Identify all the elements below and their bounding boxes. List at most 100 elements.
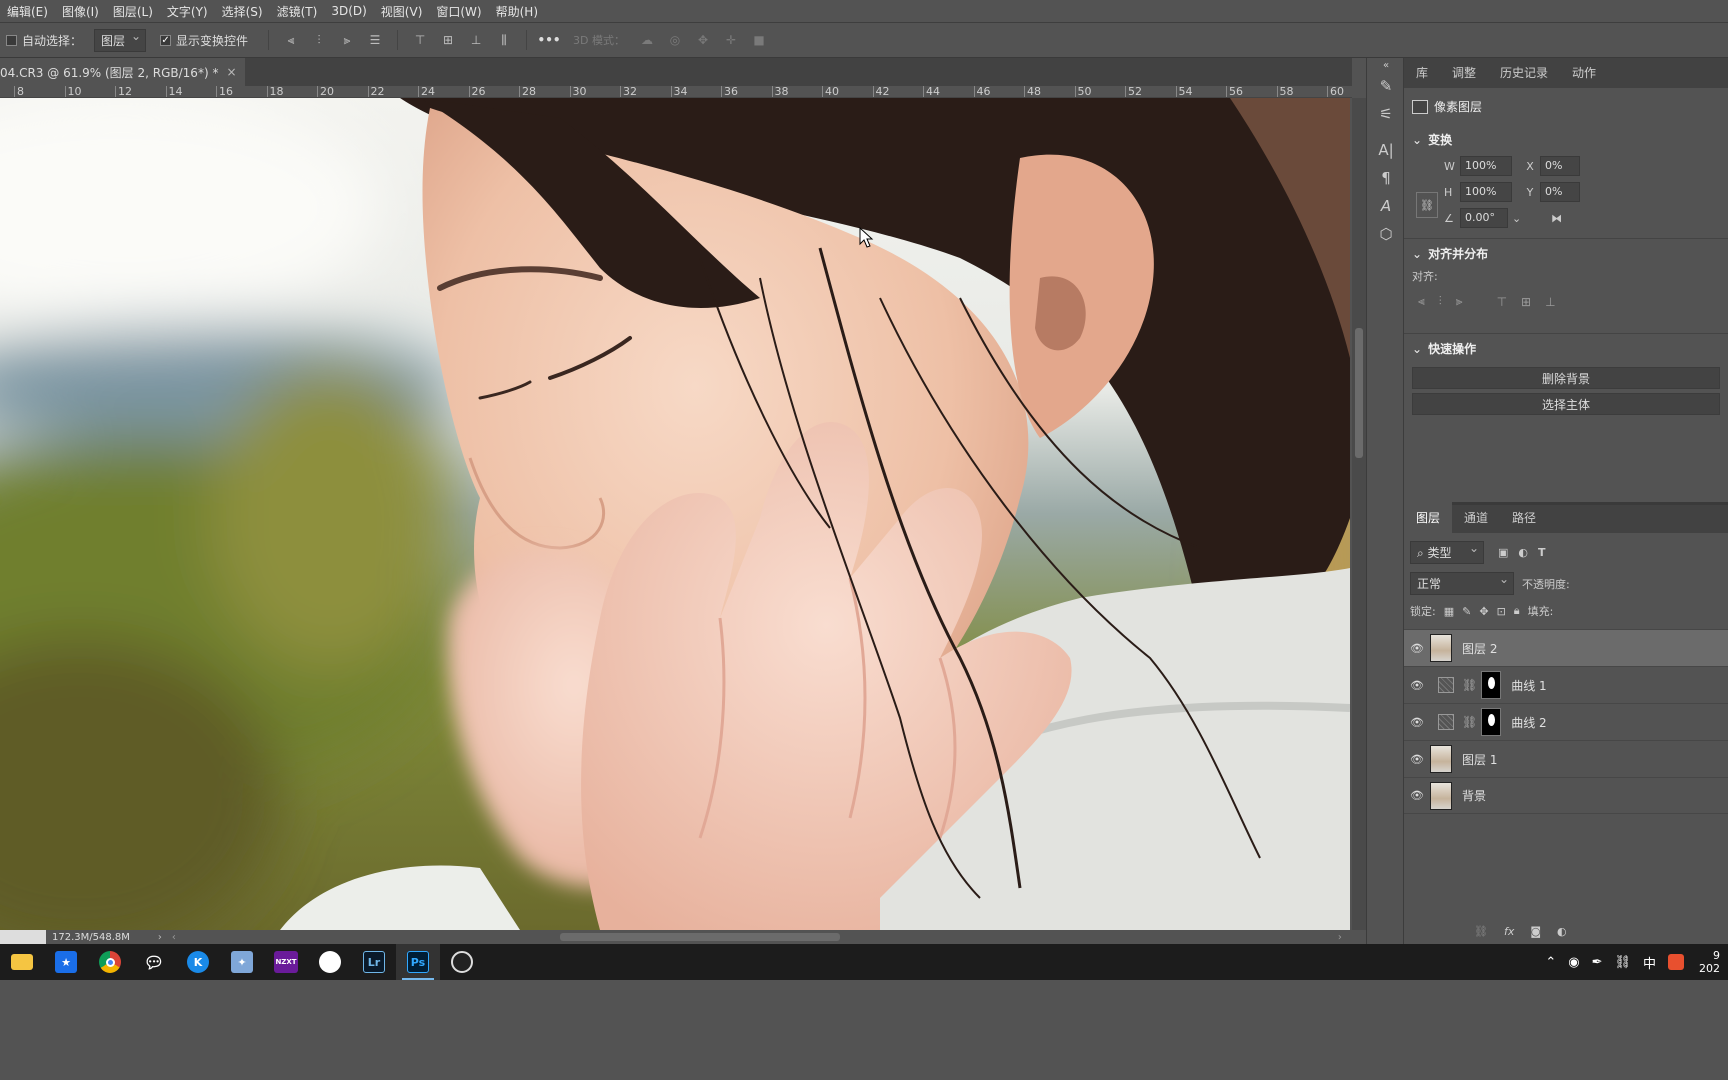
tab-history[interactable]: 历史记录: [1488, 64, 1560, 88]
taskbar-photoshop[interactable]: Ps: [396, 944, 440, 980]
tray-link-icon[interactable]: ⛓: [1614, 955, 1631, 970]
visibility-eye-icon[interactable]: 👁︎: [1404, 679, 1430, 692]
menu-3d[interactable]: 3D(D): [324, 4, 373, 18]
camera-3d-icon[interactable]: ■: [750, 31, 768, 49]
blend-mode-dropdown[interactable]: 正常: [1410, 572, 1514, 595]
layer-row-background[interactable]: 👁︎ 背景: [1404, 777, 1728, 814]
align-bottom-icon[interactable]: ⊥: [1545, 295, 1555, 309]
more-options-button[interactable]: •••: [538, 31, 561, 49]
tray-ime-label[interactable]: 中: [1643, 953, 1656, 972]
lock-transparent-icon[interactable]: ▦: [1444, 605, 1454, 618]
taskbar-k-app[interactable]: K: [176, 944, 220, 980]
visibility-eye-icon[interactable]: 👁︎: [1404, 716, 1430, 729]
align-bottom-icon[interactable]: ⊥: [467, 31, 485, 49]
drag-3d-icon[interactable]: ✥: [694, 31, 712, 49]
align-section-header[interactable]: ⌄ 对齐并分布: [1404, 239, 1728, 268]
document-tab[interactable]: 04.CR3 @ 61.9% (图层 2, RGB/16*) * ×: [0, 58, 245, 86]
taskbar-feather-app[interactable]: ✦: [220, 944, 264, 980]
tray-clock[interactable]: 9 202: [1696, 949, 1720, 975]
status-expand-icon[interactable]: ›: [158, 932, 162, 943]
character-icon[interactable]: A|: [1367, 136, 1405, 164]
align-hcenter-icon[interactable]: ⫶: [1439, 294, 1442, 309]
menu-window[interactable]: 窗口(W): [429, 3, 488, 20]
menu-image[interactable]: 图像(I): [55, 3, 106, 20]
tab-adjustments[interactable]: 调整: [1440, 64, 1488, 88]
height-input[interactable]: 100%: [1460, 182, 1512, 202]
brush-icon[interactable]: ✎: [1367, 72, 1405, 100]
taskbar-nzxt[interactable]: NZXT: [264, 944, 308, 980]
new-adjustment-icon[interactable]: ◐: [1557, 925, 1567, 938]
layer-row-layer1[interactable]: 👁︎ 图层 1: [1404, 740, 1728, 777]
filter-type-icon[interactable]: T: [1538, 546, 1546, 559]
align-right-icon[interactable]: ⫸: [1456, 294, 1463, 309]
layer-filter-kind-dropdown[interactable]: ⌕ 类型: [1410, 541, 1484, 564]
tab-channels[interactable]: 通道: [1452, 509, 1500, 533]
taskbar-file-explorer[interactable]: [0, 944, 44, 980]
glyphs-icon[interactable]: A: [1367, 192, 1405, 220]
align-top-icon[interactable]: ⊤: [1497, 295, 1507, 309]
mask-link-icon[interactable]: ⛓: [1462, 715, 1477, 729]
brush-settings-icon[interactable]: ⚟: [1367, 100, 1405, 128]
layer-row-curves2[interactable]: 👁︎ ⛓ 曲线 2: [1404, 703, 1728, 740]
align-hcenter-icon[interactable]: ⫶: [310, 31, 328, 49]
tab-layers[interactable]: 图层: [1404, 502, 1453, 533]
menu-help[interactable]: 帮助(H): [489, 3, 545, 20]
auto-select-checkbox[interactable]: 自动选择：: [6, 32, 82, 49]
add-mask-icon[interactable]: ◙: [1530, 925, 1541, 938]
menu-edit[interactable]: 编辑(E): [0, 3, 55, 20]
vertical-scrollbar[interactable]: [1352, 98, 1366, 930]
align-left-icon[interactable]: ⫷: [282, 31, 300, 49]
angle-dropdown-icon[interactable]: ⌄: [1512, 212, 1521, 225]
width-input[interactable]: 100%: [1460, 156, 1512, 176]
distribute-horizontal-icon[interactable]: ⫼: [495, 31, 513, 49]
mask-link-icon[interactable]: ⛓: [1462, 678, 1477, 692]
visibility-eye-icon[interactable]: 👁︎: [1404, 642, 1430, 655]
taskbar-chrome[interactable]: [88, 944, 132, 980]
show-transform-checkbox[interactable]: ✓ 显示变换控件: [160, 32, 248, 49]
distribute-vertical-icon[interactable]: ☰: [366, 31, 384, 49]
scroll-left-icon[interactable]: ‹: [172, 932, 176, 943]
taskbar-circle-app[interactable]: [308, 944, 352, 980]
menu-select[interactable]: 选择(S): [215, 3, 270, 20]
align-vcenter-icon[interactable]: ⊞: [439, 31, 457, 49]
visibility-eye-icon[interactable]: 👁︎: [1404, 789, 1430, 802]
lock-position-icon[interactable]: ✥: [1479, 605, 1488, 618]
close-tab-icon[interactable]: ×: [226, 65, 236, 79]
menu-type[interactable]: 文字(Y): [160, 3, 215, 20]
taskbar-obs[interactable]: [440, 944, 484, 980]
layer-mask-thumbnail[interactable]: [1481, 671, 1502, 699]
slide-3d-icon[interactable]: ✛: [722, 31, 740, 49]
lock-artboard-icon[interactable]: ⊡: [1497, 605, 1506, 618]
angle-input[interactable]: 0.00°: [1460, 208, 1508, 228]
lock-all-icon[interactable]: 🔒︎: [1514, 604, 1520, 618]
taskbar-pin-app[interactable]: ★: [44, 944, 88, 980]
align-top-icon[interactable]: ⊤: [411, 31, 429, 49]
filter-adjustment-icon[interactable]: ◐: [1518, 546, 1528, 559]
flip-horizontal-icon[interactable]: ⧓: [1551, 212, 1562, 225]
scroll-right-icon[interactable]: ›: [1338, 932, 1342, 943]
tab-paths[interactable]: 路径: [1500, 509, 1548, 533]
x-input[interactable]: 0%: [1540, 156, 1580, 176]
quick-actions-header[interactable]: ⌄ 快速操作: [1404, 334, 1728, 363]
taskbar-lightroom[interactable]: Lr: [352, 944, 396, 980]
link-layers-icon[interactable]: ⛓: [1474, 925, 1488, 938]
orbit-3d-icon[interactable]: ☁: [638, 31, 656, 49]
fx-icon[interactable]: fx: [1504, 925, 1514, 938]
transform-section-header[interactable]: ⌄ 变换: [1404, 125, 1728, 154]
vertical-scroll-thumb[interactable]: [1355, 328, 1363, 458]
taskbar-wechat[interactable]: 💬︎: [132, 944, 176, 980]
layer-mask-thumbnail[interactable]: [1481, 708, 1502, 736]
align-right-icon[interactable]: ⫸: [338, 31, 356, 49]
align-vcenter-icon[interactable]: ⊞: [1521, 295, 1531, 309]
3d-cube-icon[interactable]: ⬡: [1367, 220, 1405, 248]
auto-select-target-dropdown[interactable]: 图层: [94, 28, 147, 52]
tab-actions[interactable]: 动作: [1560, 64, 1608, 88]
menu-filter[interactable]: 滤镜(T): [270, 3, 325, 20]
menu-layer[interactable]: 图层(L): [106, 3, 160, 20]
tray-color-icon[interactable]: ◉: [1568, 955, 1579, 970]
paragraph-icon[interactable]: ¶: [1367, 164, 1405, 192]
lock-pixels-icon[interactable]: ✎: [1462, 605, 1471, 618]
status-menu-icon[interactable]: [0, 930, 46, 944]
y-input[interactable]: 0%: [1540, 182, 1580, 202]
layer-row-curves1[interactable]: 👁︎ ⛓ 曲线 1: [1404, 666, 1728, 703]
